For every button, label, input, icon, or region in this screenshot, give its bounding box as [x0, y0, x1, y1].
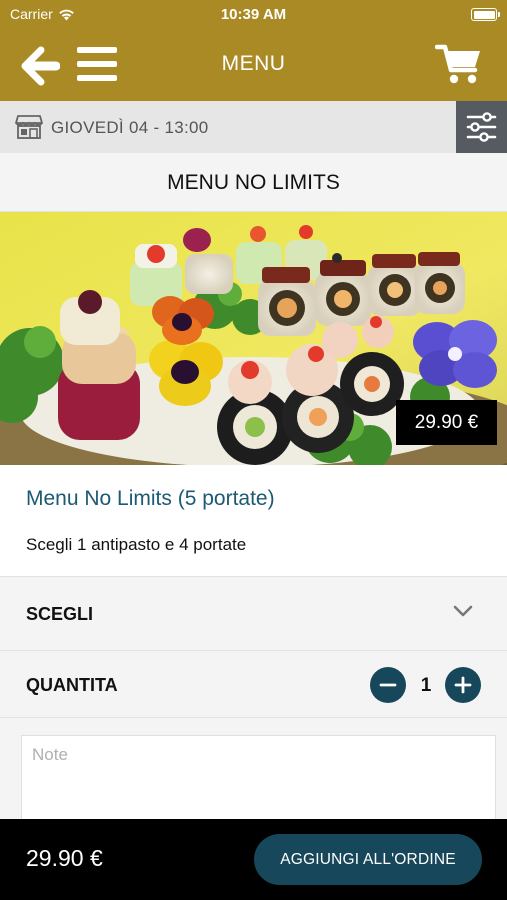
- status-bar: Carrier 10:39 AM: [0, 0, 507, 28]
- filter-button[interactable]: [456, 101, 507, 153]
- product-name: Menu No Limits (5 portate): [26, 487, 275, 510]
- status-time: 10:39 AM: [220, 6, 287, 23]
- price-badge: 29.90 €: [396, 400, 497, 445]
- choose-label: SCEGLI: [26, 604, 94, 624]
- product-description: Scegli 1 antipasto e 4 portate: [26, 535, 247, 554]
- product-info: Menu No Limits (5 portate) Scegli 1 anti…: [0, 465, 507, 577]
- delivery-date-bar: GIOVEDÌ 04 - 13:00: [0, 101, 507, 153]
- add-to-order-label: AGGIUNGI ALL'ORDINE: [280, 850, 456, 868]
- quantity-stepper: QUANTITA 1: [0, 651, 507, 718]
- chevron-down-icon: [453, 605, 473, 617]
- storefront-icon: [15, 115, 43, 139]
- navigation-bar: MENU: [0, 28, 507, 101]
- cart-button[interactable]: [434, 42, 483, 86]
- increase-quantity-button[interactable]: [445, 667, 481, 703]
- delivery-date-text: GIOVEDÌ 04 - 13:00: [51, 118, 209, 137]
- quantity-label: QUANTITA: [26, 675, 118, 695]
- add-to-order-button[interactable]: AGGIUNGI ALL'ORDINE: [254, 834, 482, 885]
- quantity-value: 1: [420, 675, 432, 696]
- decrease-quantity-button[interactable]: [370, 667, 406, 703]
- page-title: MENU NO LIMITS: [167, 171, 340, 194]
- notes-field[interactable]: [21, 735, 496, 825]
- plus-icon: [454, 676, 472, 694]
- order-total: 29.90 €: [26, 845, 103, 871]
- minus-icon: [379, 683, 397, 687]
- battery-icon: [471, 8, 500, 21]
- order-footer: 29.90 € AGGIUNGI ALL'ORDINE: [0, 819, 507, 900]
- product-image: 29.90 €: [0, 212, 507, 465]
- page-title-row: MENU NO LIMITS: [0, 153, 507, 212]
- choose-options-dropdown[interactable]: SCEGLI: [0, 578, 507, 651]
- cart-icon: [434, 44, 480, 84]
- page-header-title: MENU: [221, 52, 286, 75]
- battery-fill: [473, 10, 495, 19]
- filter-sliders-icon: [466, 112, 497, 142]
- notes-section: [0, 718, 507, 825]
